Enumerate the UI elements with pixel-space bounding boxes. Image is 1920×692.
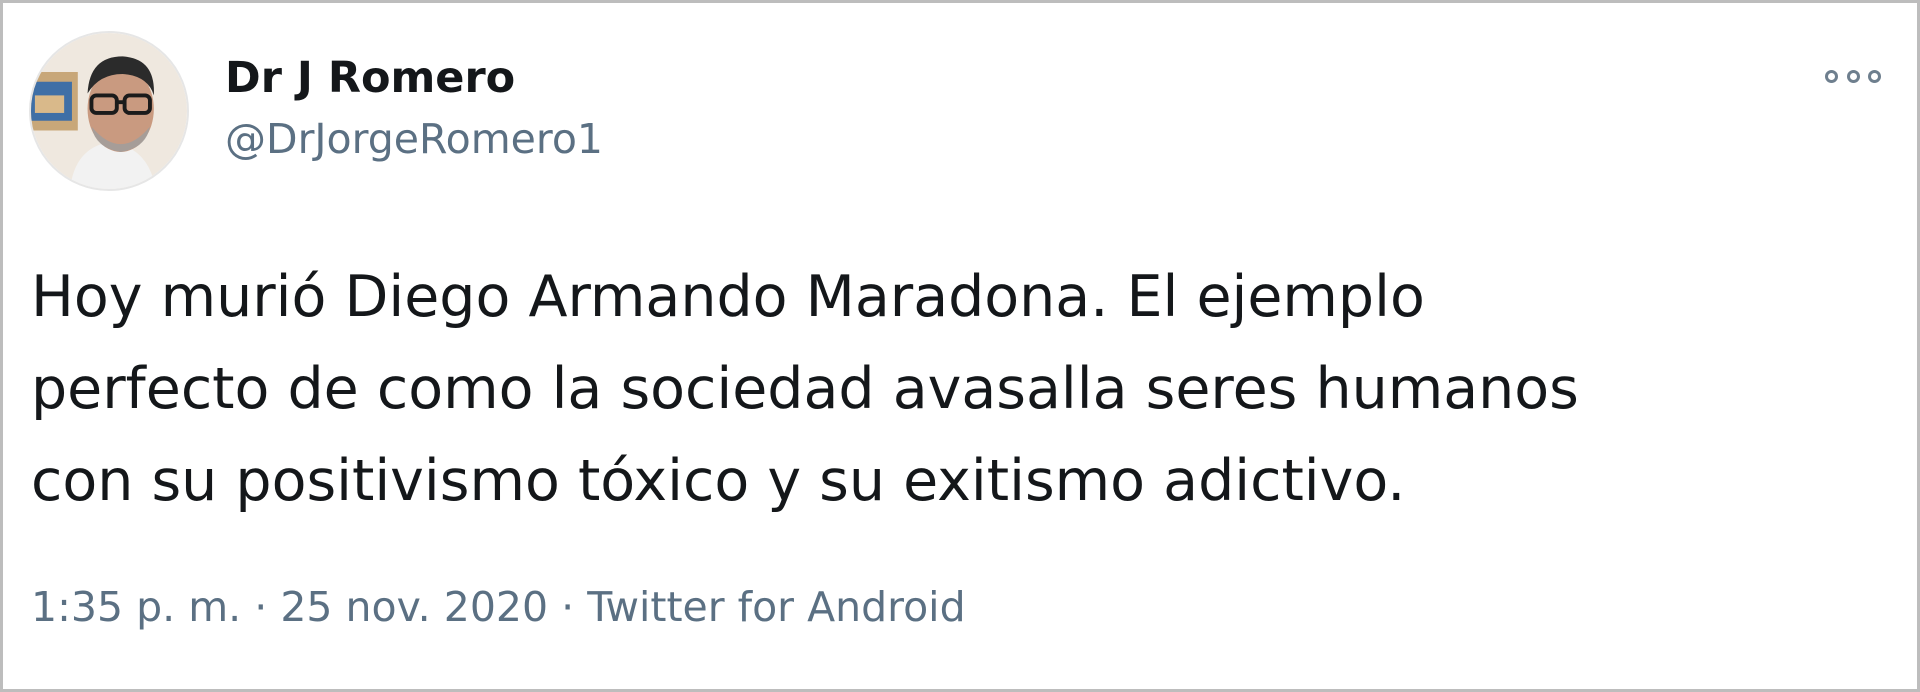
tweet-time: 1:35 p. m. — [31, 583, 242, 631]
tweet-card: Dr J Romero @DrJorgeRomero1 Hoy murió Di… — [0, 0, 1920, 692]
tweet-time-link[interactable]: 1:35 p. m. · 25 nov. 2020 — [31, 583, 548, 631]
tweet-date: 25 nov. 2020 — [280, 583, 549, 631]
more-dot — [1846, 69, 1860, 83]
meta-separator: · — [254, 583, 268, 631]
tweet-text-line: Hoy murió Diego Armando Maradona. El eje… — [31, 264, 1425, 330]
tweet-text-line: perfecto de como la sociedad avasalla se… — [31, 356, 1579, 422]
display-name[interactable]: Dr J Romero — [225, 53, 515, 103]
meta-separator: · — [561, 583, 575, 631]
more-dot — [1825, 69, 1838, 83]
tweet-text-line: con su positivismo tóxico y su exitismo … — [31, 448, 1406, 514]
user-handle[interactable]: @DrJorgeRomero1 — [225, 115, 603, 163]
more-dot — [1868, 69, 1881, 83]
avatar[interactable] — [29, 31, 189, 191]
avatar-photo — [31, 33, 187, 189]
tweet-source-link[interactable]: Twitter for Android — [587, 583, 965, 631]
tweet-text: Hoy murió Diego Armando Maradona. El eje… — [31, 251, 1851, 527]
tweet-meta: 1:35 p. m. · 25 nov. 2020 · Twitter for … — [31, 583, 966, 631]
more-options-icon[interactable] — [1825, 63, 1881, 89]
